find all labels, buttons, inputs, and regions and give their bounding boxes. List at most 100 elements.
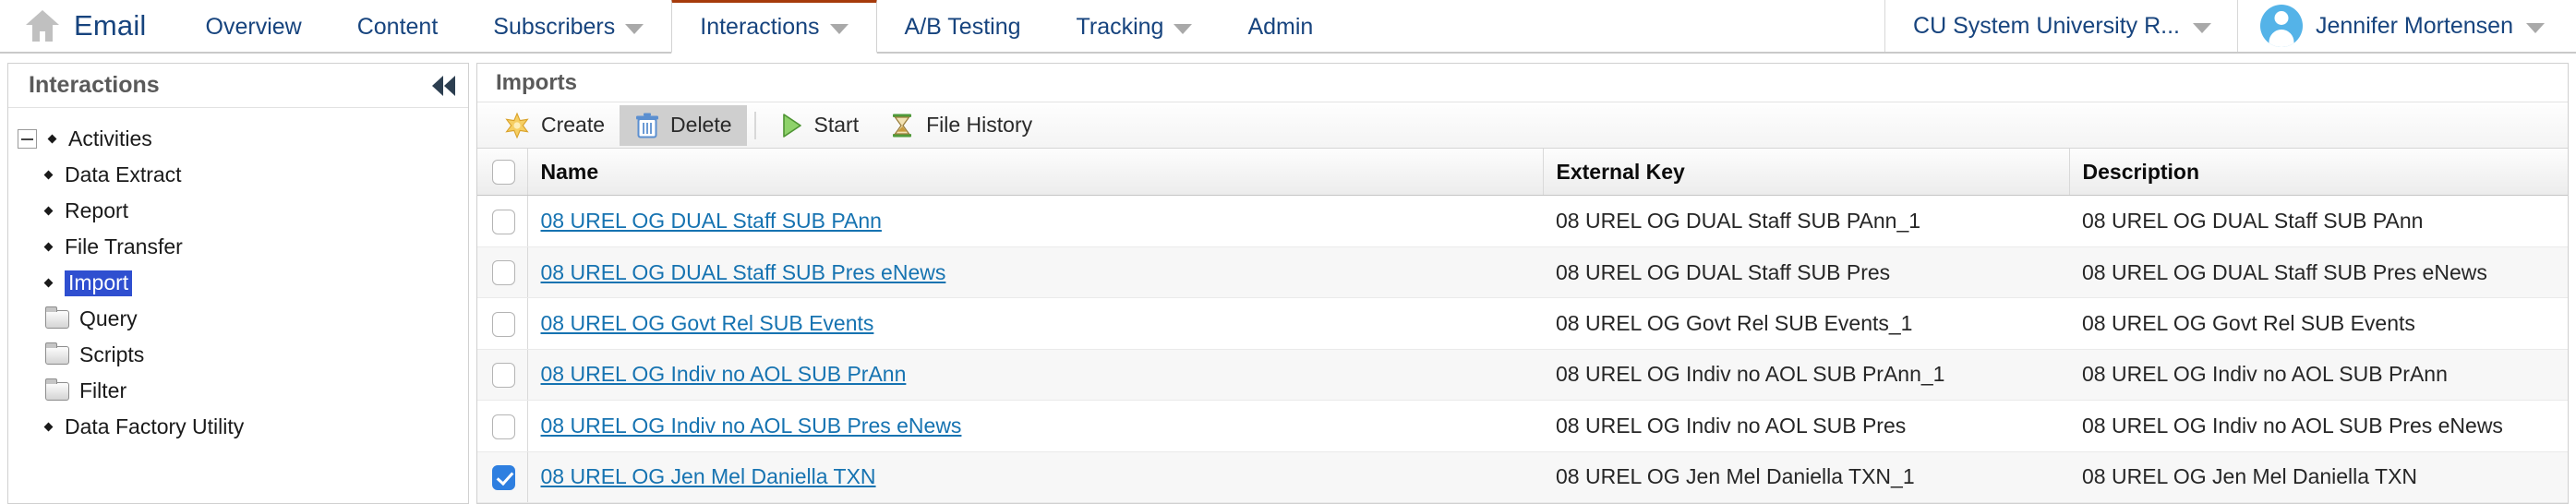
top-navigation-bar: Email Overview Content Subscribers Inter… (0, 0, 2576, 54)
tree-item-file-transfer[interactable]: File Transfer (8, 229, 468, 265)
cell-description: 08 UREL OG Indiv no AOL SUB PrAnn (2069, 349, 2568, 402)
chevron-down-icon (2192, 22, 2211, 33)
nav-label: A/B Testing (904, 14, 1021, 40)
create-button[interactable]: Create (488, 105, 620, 146)
select-all-checkbox[interactable] (492, 160, 515, 186)
cell-description: 08 UREL OG DUAL Staff SUB Pres eNews (2069, 246, 2568, 299)
chevron-down-icon (625, 24, 644, 34)
row-checkbox[interactable] (492, 414, 515, 439)
table-row[interactable]: 08 UREL OG Indiv no AOL SUB PrAnn 08 URE… (477, 349, 2568, 402)
column-header-name[interactable]: Name (527, 149, 1544, 197)
cell-external-key: 08 UREL OG Jen Mel Daniella TXN_1 (1543, 451, 2069, 503)
tree-item-data-factory-utility[interactable]: Data Factory Utility (8, 409, 468, 445)
tree-item-data-extract[interactable]: Data Extract (8, 157, 468, 193)
tree-item-label: Data Extract (65, 162, 182, 186)
cell-name: 08 UREL OG Govt Rel SUB Events (527, 297, 1543, 350)
select-all-header (477, 149, 528, 197)
bullet-icon (43, 278, 54, 288)
import-name-link[interactable]: 08 UREL OG DUAL Staff SUB PAnn (541, 209, 882, 233)
table-row[interactable]: 08 UREL OG DUAL Staff SUB Pres eNews 08 … (477, 246, 2568, 299)
chevron-down-icon (2526, 22, 2545, 33)
user-name: Jennifer Mortensen (2315, 12, 2513, 39)
bullet-icon (47, 134, 57, 144)
table-row[interactable]: 08 UREL OG Indiv no AOL SUB Pres eNews 0… (477, 400, 2568, 452)
cell-external-key: 08 UREL OG Govt Rel SUB Events_1 (1543, 297, 2069, 350)
nav-label: Admin (1247, 14, 1314, 40)
home-icon (26, 10, 59, 42)
tree-item-scripts[interactable]: Scripts (8, 337, 468, 373)
row-select-cell (477, 246, 528, 299)
bullet-icon (43, 242, 54, 252)
row-checkbox[interactable] (492, 209, 515, 234)
tree-item-label: Import (65, 270, 133, 296)
imports-table: Name External Key Description 08 UREL OG… (477, 149, 2568, 503)
toolbar-label: Start (813, 113, 860, 138)
nav-item-content[interactable]: Content (330, 0, 466, 52)
file-history-button[interactable]: File History (873, 105, 1047, 146)
nav-item-ab-testing[interactable]: A/B Testing (877, 0, 1049, 52)
bullet-icon (43, 170, 54, 180)
delete-button[interactable]: Delete (620, 104, 747, 146)
star-icon (505, 112, 529, 139)
folder-icon (45, 306, 69, 329)
toolbar-label: Create (541, 113, 606, 138)
user-menu[interactable]: Jennifer Mortensen (2238, 0, 2576, 52)
row-checkbox[interactable] (492, 363, 515, 389)
bullet-icon (43, 422, 54, 432)
app-title: Email (74, 9, 147, 42)
import-name-link[interactable]: 08 UREL OG Govt Rel SUB Events (541, 311, 874, 335)
home-button[interactable] (0, 0, 74, 52)
workspace: Interactions Activities Data Extract Rep… (0, 54, 2576, 504)
column-header-external-key[interactable]: External Key (1543, 149, 2070, 197)
row-checkbox[interactable] (492, 311, 515, 337)
folder-icon (45, 378, 69, 401)
nav-label: Subscribers (493, 14, 616, 40)
toolbar-label: File History (926, 113, 1033, 138)
row-checkbox[interactable] (492, 260, 515, 286)
collapse-panel-icon[interactable] (432, 75, 455, 96)
table-header-row: Name External Key Description (477, 149, 2568, 197)
tree-item-query[interactable]: Query (8, 301, 468, 337)
table-row[interactable]: 08 UREL OG DUAL Staff SUB PAnn 08 UREL O… (477, 195, 2568, 247)
row-checkbox[interactable] (492, 465, 515, 490)
cell-description: 08 UREL OG Govt Rel SUB Events (2069, 297, 2568, 350)
nav-right-group: CU System University R... Jennifer Morte… (1884, 0, 2576, 52)
tree-item-report[interactable]: Report (8, 193, 468, 229)
folder-icon (45, 342, 69, 365)
avatar (2259, 5, 2303, 47)
collapse-minus-icon[interactable] (18, 129, 37, 149)
import-name-link[interactable]: 08 UREL OG Jen Mel Daniella TXN (541, 464, 876, 488)
import-name-link[interactable]: 08 UREL OG Indiv no AOL SUB Pres eNews (541, 414, 962, 438)
tree-item-label: Scripts (79, 342, 145, 366)
trash-icon (636, 113, 659, 138)
nav-item-tracking[interactable]: Tracking (1049, 0, 1221, 52)
imports-content-panel: Imports Create Delete Start File History… (476, 63, 2569, 504)
tree-item-label: Activities (68, 126, 152, 150)
tree-item-activities[interactable]: Activities (8, 121, 468, 157)
tree-item-label: Query (79, 306, 138, 330)
import-name-link[interactable]: 08 UREL OG DUAL Staff SUB Pres eNews (541, 260, 946, 284)
nav-item-overview[interactable]: Overview (178, 0, 330, 52)
account-switcher[interactable]: CU System University R... (1884, 0, 2238, 52)
column-header-description[interactable]: Description (2069, 149, 2568, 197)
nav-item-admin[interactable]: Admin (1220, 0, 1341, 52)
nav-item-subscribers[interactable]: Subscribers (465, 0, 671, 52)
cell-description: 08 UREL OG Jen Mel Daniella TXN (2069, 451, 2568, 503)
table-row[interactable]: 08 UREL OG Govt Rel SUB Events 08 UREL O… (477, 297, 2568, 350)
tree-item-filter[interactable]: Filter (8, 373, 468, 409)
start-button[interactable]: Start (764, 105, 874, 146)
table-row[interactable]: 08 UREL OG Jen Mel Daniella TXN 08 UREL … (477, 451, 2568, 503)
row-select-cell (477, 195, 528, 247)
nav-item-interactions[interactable]: Interactions (671, 0, 877, 54)
import-name-link[interactable]: 08 UREL OG Indiv no AOL SUB PrAnn (541, 362, 907, 386)
activity-tree: Activities Data Extract Report File Tran… (8, 108, 468, 445)
table-header: Name External Key Description (477, 149, 2568, 197)
cell-external-key: 08 UREL OG Indiv no AOL SUB PrAnn_1 (1543, 349, 2069, 402)
toolbar-label: Delete (670, 113, 732, 138)
tree-item-label: Filter (79, 378, 127, 402)
cell-external-key: 08 UREL OG DUAL Staff SUB PAnn_1 (1543, 195, 2069, 247)
side-panel-title: Interactions (29, 72, 160, 98)
tree-item-label: File Transfer (65, 234, 183, 258)
tree-item-import[interactable]: Import (8, 265, 468, 301)
cell-external-key: 08 UREL OG Indiv no AOL SUB Pres (1543, 400, 2069, 452)
